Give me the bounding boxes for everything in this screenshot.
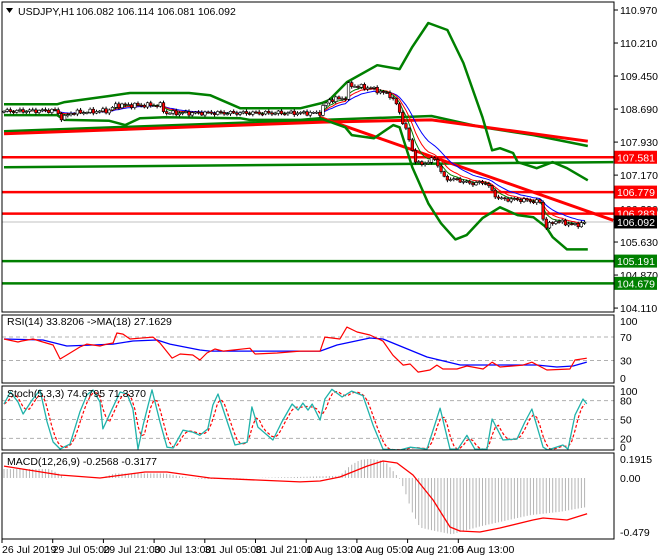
current-price-tag-text: 106.092 (617, 217, 655, 229)
time-axis-label: 30 Jul 13:00 (154, 544, 211, 556)
stochastic-axis-label: 80 (620, 396, 632, 408)
background (0, 0, 660, 560)
price-level-tag-text: 107.581 (617, 152, 655, 164)
time-axis-label: 31 Jul 21:00 (256, 544, 313, 556)
macd-label: MACD(12,26,9) -0.2568 -0.3177 (7, 456, 157, 468)
macd-axis-label: -0.479 (620, 527, 650, 539)
time-axis-label: 31 Jul 05:00 (205, 544, 262, 556)
candle (544, 216, 548, 230)
rsi-label: RSI(14) 33.8206 ->MA(18) 27.1629 (7, 316, 172, 328)
rsi-axis-label: 70 (620, 332, 632, 344)
price-axis-label: 104.110 (620, 303, 657, 315)
price-axis-label: 108.690 (620, 104, 658, 116)
price-axis-label: 110.210 (620, 38, 657, 50)
candle (321, 103, 325, 117)
time-axis-label: 26 Jul 2019 (2, 544, 56, 556)
price-axis-label: 109.450 (620, 71, 658, 83)
time-axis-label: 1 Aug 13:00 (306, 544, 362, 556)
time-axis-label: 2 Aug 21:00 (408, 544, 464, 556)
ohlc-values: 106.082 106.114 106.081 106.092 (76, 6, 236, 18)
macd-axis-label: 0.1915 (620, 454, 652, 466)
price-level-tag-text: 104.679 (617, 278, 655, 290)
price-level-tag-text: 106.779 (617, 187, 655, 199)
price-axis-label: 105.630 (620, 237, 658, 249)
time-axis-label: 5 Aug 13:00 (458, 544, 514, 556)
candle (490, 184, 494, 192)
macd-axis-label: 0.00 (620, 473, 641, 485)
symbol-label: USDJPY,H1 (18, 6, 75, 18)
stochastic-axis-label: 0 (620, 442, 626, 454)
price-axis-label: 107.170 (620, 170, 658, 182)
candle (407, 127, 411, 142)
candle (401, 110, 405, 125)
candle (63, 114, 67, 121)
time-axis-label: 2 Aug 05:00 (357, 544, 413, 556)
candle (161, 100, 166, 114)
candle (541, 200, 545, 222)
stochastic-axis-label: 50 (620, 415, 632, 427)
rsi-axis-label: 100 (620, 316, 638, 328)
stochastic-label: Stoch(5,3,3) 74.6795 71.3370 (7, 388, 146, 400)
time-axis-label: 29 Jul 21:00 (103, 544, 160, 556)
trading-chart[interactable]: 110.970 110.210 109.450 108.690 107.930 107.1… (0, 0, 660, 560)
candle (410, 137, 414, 152)
price-level-tag-text: 105.191 (617, 256, 655, 268)
rsi-axis-label: 30 (620, 355, 632, 367)
candle (394, 97, 398, 106)
candle (442, 170, 446, 178)
price-axis-label: 110.970 (620, 5, 657, 17)
time-axis-label: 29 Jul 05:00 (53, 544, 110, 556)
price-axis-label: 107.930 (620, 137, 658, 149)
candle (346, 81, 351, 101)
rsi-axis-label: 0 (620, 373, 626, 385)
candle (413, 148, 418, 165)
